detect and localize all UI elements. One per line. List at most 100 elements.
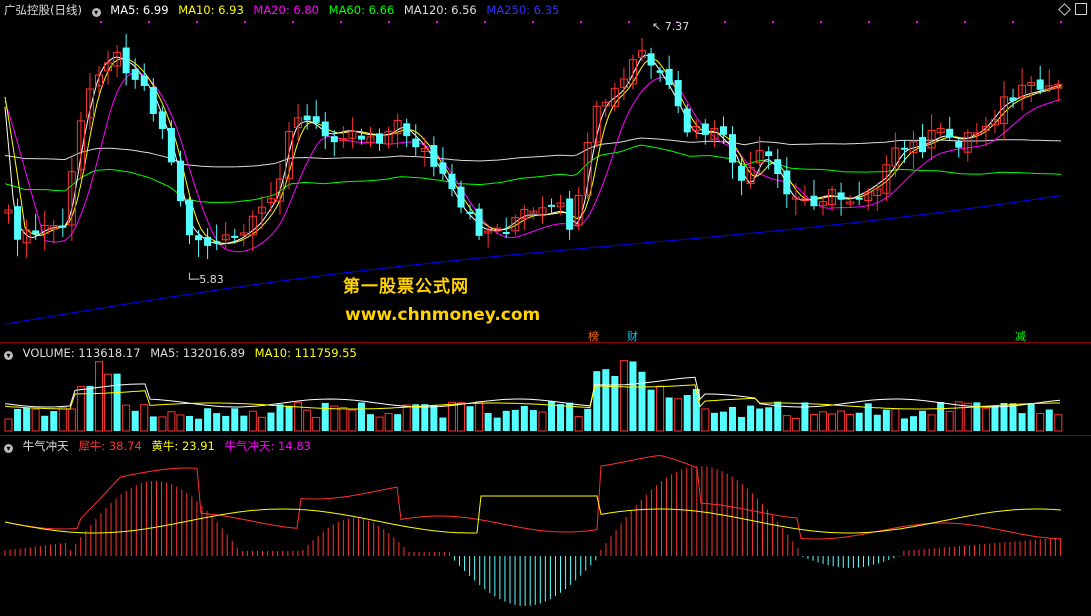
volume-bar-down (638, 371, 646, 431)
volume-bar-down (276, 404, 284, 431)
candle-body-down (701, 123, 709, 135)
signal-dot (916, 21, 918, 23)
candle-body-down (665, 68, 673, 85)
volume-bar-down (710, 412, 718, 431)
indicator-name: 牛气冲天 (22, 439, 69, 453)
indicator-pane[interactable]: ▾ 牛气冲天 犀牛: 38.74 黄牛: 23.91 牛气冲天: 14.83 (0, 436, 1091, 616)
volume-bar-down (602, 369, 610, 431)
volume-bar-up (158, 416, 167, 432)
signal-dot (100, 21, 102, 23)
volume-bar-down (321, 402, 329, 431)
volume-bar-up (104, 373, 113, 432)
candle-body-down (213, 241, 221, 244)
volume-bar-up (846, 413, 855, 432)
volume-ma5-label: MA5: 132016.89 (150, 346, 246, 360)
volume-bar-down (1045, 409, 1053, 431)
candle-body-down (176, 160, 184, 202)
high-price-value: 7.37 (664, 20, 690, 33)
volume-settings-icon[interactable]: ▾ (4, 351, 13, 360)
volume-bar-down (747, 405, 755, 431)
volume-bar-down (729, 406, 736, 431)
signal-dot (436, 21, 438, 23)
volume-bar-down (738, 416, 746, 431)
volume-bar-down (267, 412, 275, 431)
niuqi-label: 牛气冲天: 14.83 (224, 439, 311, 453)
candle-body-down (321, 121, 329, 137)
candle-body-down (457, 186, 465, 208)
volume-bar-down (367, 414, 374, 431)
volume-bar-down (50, 411, 58, 431)
volume-bar-up (819, 411, 827, 432)
volume-bar-down (584, 408, 592, 431)
volume-bar-down (493, 417, 501, 431)
volume-bar-down (1009, 403, 1017, 431)
candle-body-down (774, 159, 782, 175)
volume-bar-up (809, 413, 818, 432)
volume-bar-down (557, 404, 565, 431)
volume-bar-up (447, 401, 456, 432)
candle-body-down (919, 136, 927, 153)
volume-bar-up (457, 402, 465, 432)
signal-dot (868, 21, 870, 23)
volume-bar-down (520, 406, 528, 431)
candle-body-down (647, 53, 655, 66)
signal-dot (196, 21, 198, 23)
candle-body-down (131, 69, 139, 80)
volume-bar-up (167, 411, 176, 432)
price-pane[interactable]: 广弘控股(日线) ▾ MA5: 6.99 MA10: 6.93 MA20: 6.… (0, 0, 1091, 343)
volume-bar-down (873, 414, 881, 431)
volume-bar-down (647, 389, 655, 431)
volume-label: VOLUME: 113618.17 (22, 346, 141, 360)
candle-body-down (204, 236, 212, 246)
candle-body-down (231, 235, 239, 238)
candle-body-down (837, 192, 845, 200)
signal-dot (820, 21, 822, 23)
candle-body-down (195, 235, 203, 241)
volume-bar-down (41, 415, 49, 431)
candle-body-down (158, 111, 166, 130)
volume-bar-down (195, 418, 203, 431)
volume-bar-up (122, 404, 131, 432)
window-box-icon[interactable] (1075, 3, 1087, 15)
volume-pane[interactable]: ▾ VOLUME: 113618.17 MA5: 132016.89 MA10:… (0, 343, 1091, 435)
candle-body-down (855, 197, 863, 200)
volume-bar-up (58, 406, 67, 432)
indicator-settings-icon[interactable]: ▾ (4, 444, 13, 453)
price-legend: 广弘控股(日线) ▾ MA5: 6.99 MA10: 6.93 MA20: 6.… (4, 3, 565, 17)
volume-bar-down (919, 410, 927, 431)
volume-bar-down (484, 413, 492, 431)
volume-bar-down (231, 408, 239, 431)
signal-dot (628, 21, 630, 23)
volume-bar-down (86, 385, 94, 431)
volume-bar-down (439, 417, 447, 431)
signal-dot (484, 21, 486, 23)
volume-bar-down (14, 408, 22, 431)
signal-dot (580, 21, 582, 23)
candle-body-down (312, 116, 320, 123)
volume-bar-up (837, 410, 846, 432)
signal-dot (724, 21, 726, 23)
candle-body-down (765, 151, 773, 157)
volume-bar-down (502, 410, 510, 431)
volume-bar-up (538, 411, 547, 432)
volume-bar-down (421, 404, 429, 431)
indicator-chart[interactable] (0, 436, 1091, 616)
ma10-label: MA10: 6.93 (178, 3, 244, 17)
volume-bar-down (1027, 403, 1035, 431)
volume-bar-up (76, 386, 85, 432)
volume-bar-up (674, 398, 683, 432)
signal-dot (772, 21, 774, 23)
volume-bar-up (782, 415, 791, 432)
volume-bar-up (981, 407, 990, 432)
volume-bar-up (828, 413, 837, 432)
settings-circle-icon[interactable]: ▾ (91, 8, 101, 17)
volume-bar-up (257, 416, 266, 432)
volume-bar-up (4, 418, 13, 432)
volume-bar-down (285, 405, 293, 431)
candlestick-chart[interactable] (0, 0, 1091, 342)
candle-body-down (738, 165, 746, 181)
volume-bar-up (330, 405, 339, 432)
candle-body-down (59, 225, 67, 228)
volume-bar-up (1036, 413, 1045, 432)
candle-body-down (303, 115, 311, 121)
